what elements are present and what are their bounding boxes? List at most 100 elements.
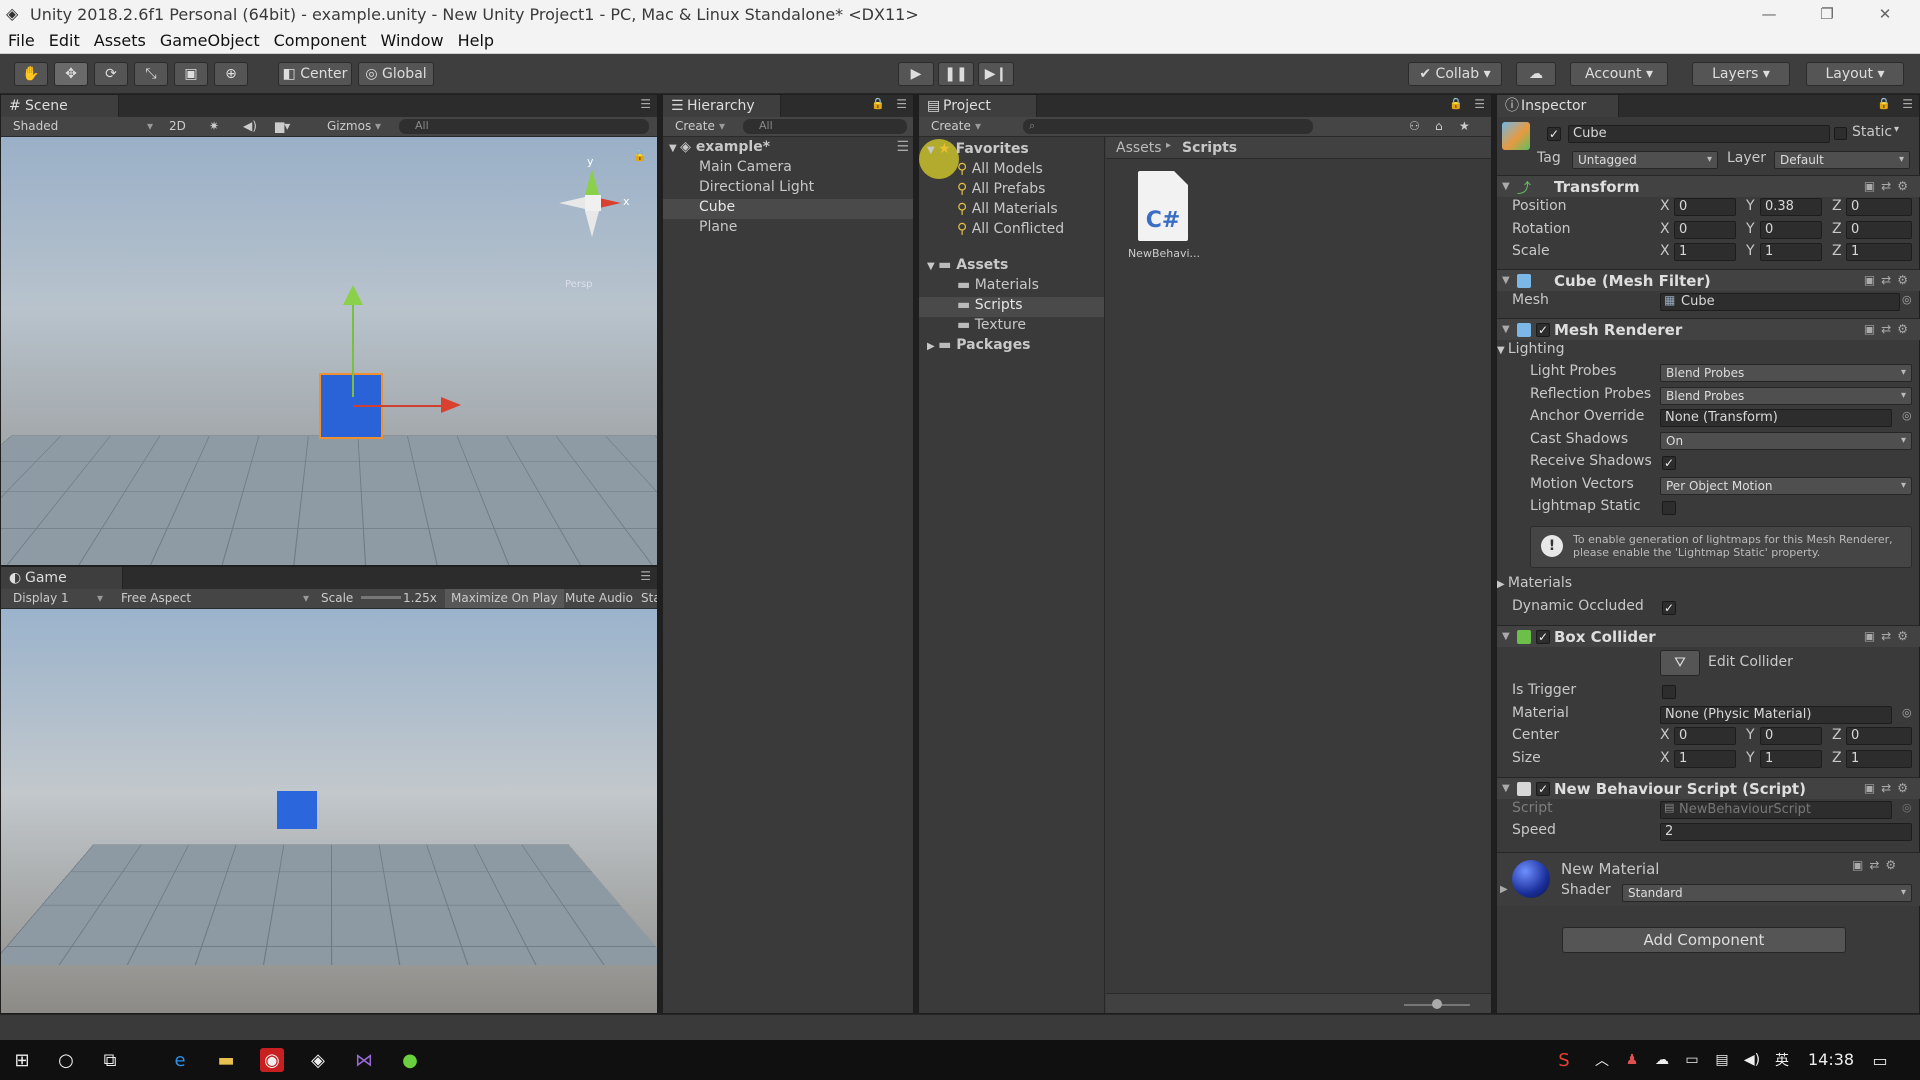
tray-app-icon[interactable]: ♟ [1620, 1048, 1644, 1072]
shading-dropdown[interactable]: Shaded [13, 119, 58, 133]
cast-shadows-dropdown[interactable]: On [1660, 432, 1912, 450]
move-gizmo-y-arrow[interactable] [343, 285, 363, 305]
move-gizmo-x-arrow[interactable] [441, 397, 461, 413]
pivot-global-button[interactable]: ◎ Global [358, 62, 434, 86]
project-search-input[interactable]: ⌕ [1023, 119, 1313, 134]
orientation-gizmo[interactable]: y x Persp [555, 155, 631, 290]
close-button[interactable]: ✕ [1862, 0, 1908, 28]
component-menu-icons[interactable]: ▣⇄⚙ [1864, 322, 1914, 336]
scene-plane[interactable] [1, 435, 657, 565]
folder-scripts[interactable]: ▬ Scripts [957, 297, 1023, 313]
mode-2d-toggle[interactable]: 2D [169, 119, 186, 133]
sogou-ime-icon[interactable]: S [1552, 1048, 1576, 1072]
clock[interactable]: 14:38 [1808, 1050, 1854, 1069]
favorite-item-all-conflicted[interactable]: ⚲ All Conflicted [957, 221, 1064, 237]
scale-slider[interactable] [361, 596, 401, 599]
move-gizmo-x-axis[interactable] [353, 405, 443, 407]
static-checkbox[interactable] [1834, 127, 1847, 140]
position-z-input[interactable]: 0 [1846, 198, 1912, 216]
size-y-input[interactable]: 1 [1760, 750, 1822, 768]
tab-inspector[interactable]: ⓘ Inspector [1497, 95, 1619, 117]
menu-edit[interactable]: Edit [49, 31, 80, 50]
task-view-icon[interactable]: ⧉ [98, 1048, 122, 1072]
pause-button[interactable]: ❚❚ [938, 62, 974, 86]
scene-viewport[interactable]: y x Persp 🔒 [1, 137, 657, 565]
light-toggle-icon[interactable]: ✷ [209, 119, 219, 133]
gizmos-dropdown[interactable]: Gizmos [327, 119, 371, 133]
component-menu-icons[interactable]: ▣⇄⚙ [1864, 273, 1914, 287]
size-z-input[interactable]: 1 [1846, 750, 1912, 768]
add-component-button[interactable]: Add Component [1562, 927, 1846, 953]
display-dropdown[interactable]: Display 1 [13, 591, 69, 605]
breadcrumb-assets[interactable]: Assets [1116, 140, 1162, 156]
move-tool-icon[interactable]: ✥ [54, 62, 88, 86]
anchor-override-field[interactable]: None (Transform) [1660, 409, 1892, 427]
object-picker-icon[interactable]: ◎ [1902, 409, 1912, 422]
lighting-foldout[interactable]: ▼ Lighting [1497, 341, 1564, 357]
shader-dropdown[interactable]: Standard [1622, 884, 1912, 902]
favorite-item-all-prefabs[interactable]: ⚲ All Prefabs [957, 181, 1045, 197]
mesh-field[interactable]: Cube [1660, 293, 1900, 311]
favorite-item-all-models[interactable]: ⚲ All Models [957, 161, 1043, 177]
minimize-button[interactable]: — [1746, 0, 1792, 28]
layer-dropdown[interactable]: Default [1774, 151, 1910, 169]
asset-file-newbehaviourscript[interactable]: C# NewBehavi... [1126, 171, 1200, 267]
unity-app-icon[interactable]: ◈ [306, 1048, 330, 1072]
favorite-star-icon[interactable]: ★ [1459, 119, 1470, 133]
cloud-icon[interactable]: ☁ [1516, 62, 1556, 86]
transform-header[interactable]: ▼ ⤴ Transform ▣⇄⚙ [1497, 175, 1920, 197]
component-menu-icons[interactable]: ▣⇄⚙ [1864, 781, 1914, 795]
edit-collider-button[interactable]: ⛛ [1660, 650, 1700, 676]
folder-texture[interactable]: ▬ Texture [957, 317, 1026, 333]
scene-root-row[interactable]: ▼ ◈ example* ☰ [669, 139, 913, 159]
tab-game[interactable]: ◐ Game [1, 567, 123, 589]
object-picker-icon[interactable]: ◎ [1902, 293, 1912, 306]
is-trigger-checkbox[interactable] [1662, 685, 1676, 699]
hierarchy-item[interactable]: Plane [699, 219, 737, 235]
game-viewport[interactable] [1, 609, 657, 1013]
filter-type-icon[interactable]: ⚇ [1409, 119, 1420, 133]
play-button[interactable]: ▶ [898, 62, 934, 86]
panel-menu-icon[interactable]: ☰ [640, 569, 651, 583]
menu-gameobject[interactable]: GameObject [160, 31, 260, 50]
network-icon[interactable]: ▤ [1710, 1048, 1734, 1072]
script-enabled-checkbox[interactable]: ✓ [1536, 782, 1550, 796]
rect-tool-icon[interactable]: ▣ [174, 62, 208, 86]
light-probes-dropdown[interactable]: Blend Probes [1660, 364, 1912, 382]
menu-window[interactable]: Window [380, 31, 443, 50]
move-gizmo-y-axis[interactable] [352, 297, 354, 397]
hierarchy-create-dropdown[interactable]: Create [675, 119, 715, 133]
lock-icon[interactable]: 🔒 [871, 97, 885, 110]
icon-size-slider-thumb[interactable] [1432, 999, 1442, 1009]
component-menu-icons[interactable]: ▣⇄⚙ [1864, 629, 1914, 643]
speed-input[interactable]: 2 [1660, 823, 1912, 841]
layers-dropdown[interactable]: Layers ▾ [1692, 62, 1790, 86]
lightmap-static-checkbox[interactable] [1662, 501, 1676, 515]
transform-tool-icon[interactable]: ⊕ [214, 62, 248, 86]
assets-folder-row[interactable]: ▼ ▬ Assets [927, 257, 1008, 273]
maximize-on-play-toggle[interactable]: Maximize On Play [445, 589, 564, 608]
tab-project[interactable]: ▤ Project [919, 95, 1037, 117]
object-picker-icon[interactable]: ◎ [1902, 706, 1912, 719]
reflection-probes-dropdown[interactable]: Blend Probes [1660, 387, 1912, 405]
search-icon[interactable]: ○ [54, 1048, 78, 1072]
netease-music-icon[interactable]: ◉ [260, 1048, 284, 1072]
project-create-dropdown[interactable]: Create [931, 119, 971, 133]
materials-foldout[interactable]: ▶ Materials [1497, 575, 1572, 591]
rotate-tool-icon[interactable]: ⟳ [94, 62, 128, 86]
position-x-input[interactable]: 0 [1674, 198, 1736, 216]
tab-hierarchy[interactable]: ☰ Hierarchy [663, 95, 781, 117]
hand-tool-icon[interactable]: ✋ [14, 62, 48, 86]
file-explorer-icon[interactable]: ▬ [214, 1048, 238, 1072]
audio-toggle-icon[interactable]: ◀) [243, 119, 257, 133]
physic-material-field[interactable]: None (Physic Material) [1660, 706, 1892, 724]
pivot-center-button[interactable]: ◧ Center [278, 62, 352, 86]
windows-start-icon[interactable]: ⊞ [10, 1048, 34, 1072]
effects-dropdown-icon[interactable]: ▆▾ [275, 119, 290, 133]
wechat-icon[interactable]: ● [398, 1048, 422, 1072]
packages-folder-row[interactable]: ▶ ▬ Packages [927, 337, 1031, 353]
position-y-input[interactable]: 0.38 [1760, 198, 1822, 216]
filter-label-icon[interactable]: ⌂ [1435, 119, 1443, 133]
meshfilter-header[interactable]: ▼ Cube (Mesh Filter) ▣⇄⚙ [1497, 269, 1920, 291]
static-dropdown-icon[interactable]: ▾ [1894, 124, 1899, 135]
